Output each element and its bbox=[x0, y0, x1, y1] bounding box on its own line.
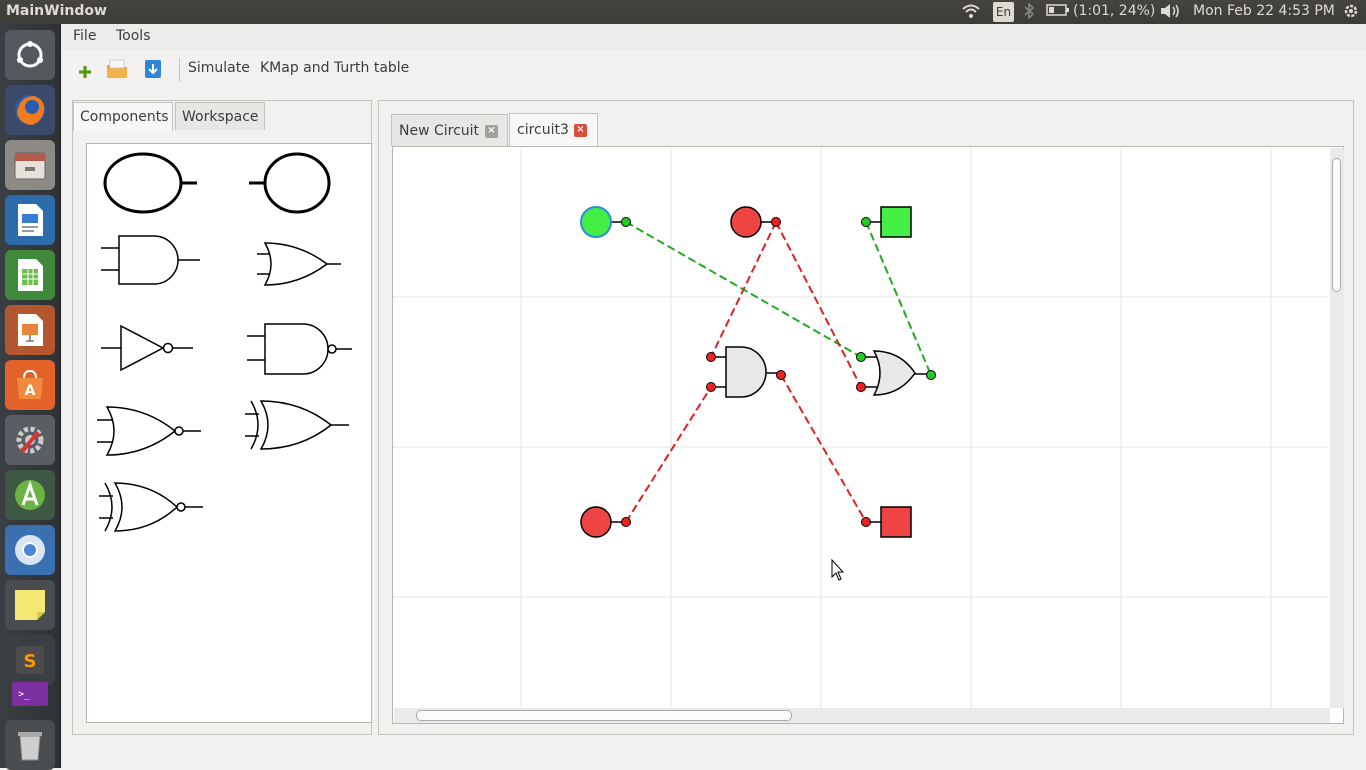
close-icon[interactable]: × bbox=[574, 124, 587, 137]
save-download-icon[interactable] bbox=[142, 58, 164, 80]
input-node-component[interactable] bbox=[101, 152, 201, 216]
vertical-scrollbar[interactable] bbox=[1330, 148, 1344, 708]
tools-menu[interactable]: Tools bbox=[116, 28, 151, 44]
toolbar: Simulate KMap and Turth table bbox=[61, 50, 1366, 90]
and-gate-component[interactable] bbox=[99, 232, 203, 288]
volume-icon[interactable] bbox=[1159, 3, 1181, 23]
nand-gate-component[interactable] bbox=[245, 322, 355, 376]
output-node-low[interactable] bbox=[861, 506, 912, 538]
vertical-scrollbar-thumb[interactable] bbox=[1332, 158, 1341, 292]
system-settings-icon[interactable] bbox=[5, 415, 55, 465]
android-studio-icon[interactable] bbox=[5, 470, 55, 520]
nor-gate-component[interactable] bbox=[95, 404, 205, 458]
xor-gate-component[interactable] bbox=[243, 398, 353, 452]
system-top-panel: MainWindow En (1:01, 24%) Mon Feb 22 4:5… bbox=[0, 0, 1366, 24]
tab-new-circuit-label: New Circuit bbox=[399, 123, 480, 139]
tab-circuit3-label: circuit3 bbox=[517, 122, 569, 138]
tab-new-circuit[interactable]: New Circuit × bbox=[391, 114, 508, 146]
new-circuit-plus-icon[interactable] bbox=[75, 58, 97, 80]
unity-launcher: A S >_ bbox=[0, 24, 61, 770]
wire-low[interactable] bbox=[780, 374, 867, 523]
mouse-cursor-icon bbox=[831, 558, 845, 581]
file-menu[interactable]: File bbox=[73, 28, 96, 44]
canvas-grid bbox=[393, 147, 1329, 707]
terminal-icon[interactable]: >_ bbox=[5, 670, 55, 720]
wire-low[interactable] bbox=[710, 221, 777, 358]
open-folder-icon[interactable] bbox=[106, 58, 128, 80]
sticky-notes-icon[interactable] bbox=[5, 580, 55, 630]
ubuntu-software-center-icon[interactable]: A bbox=[5, 360, 55, 410]
horizontal-scrollbar[interactable] bbox=[394, 708, 1330, 723]
chromium-icon[interactable] bbox=[5, 525, 55, 575]
circuit-canvas[interactable] bbox=[392, 146, 1344, 724]
tab-components[interactable]: Components bbox=[73, 102, 173, 131]
components-panel: Components Workspace bbox=[72, 100, 372, 735]
not-gate-component[interactable] bbox=[99, 322, 195, 374]
close-icon[interactable]: × bbox=[485, 125, 498, 138]
clock[interactable]: Mon Feb 22 4:53 PM bbox=[1193, 3, 1335, 19]
tab-workspace-label: Workspace bbox=[182, 109, 259, 125]
circuit-diagram[interactable] bbox=[393, 147, 1329, 707]
bluetooth-icon[interactable] bbox=[1023, 2, 1035, 23]
firefox-icon[interactable] bbox=[5, 85, 55, 135]
power-gear-icon[interactable] bbox=[1342, 2, 1360, 24]
xnor-gate-component[interactable] bbox=[97, 480, 207, 534]
input-node-low[interactable] bbox=[730, 206, 781, 238]
toolbar-separator bbox=[179, 58, 180, 82]
horizontal-scrollbar-thumb[interactable] bbox=[416, 710, 792, 721]
kmap-truth-table-button[interactable]: KMap and Turth table bbox=[260, 60, 409, 76]
battery-status[interactable]: (1:01, 24%) bbox=[1073, 3, 1155, 19]
battery-icon[interactable] bbox=[1046, 3, 1070, 21]
window-title: MainWindow bbox=[6, 3, 107, 19]
ubuntu-dash-icon[interactable] bbox=[5, 30, 55, 80]
tab-components-label: Components bbox=[80, 109, 169, 125]
libreoffice-writer-icon[interactable] bbox=[5, 195, 55, 245]
svg-text:A: A bbox=[25, 383, 36, 399]
tab-workspace[interactable]: Workspace bbox=[175, 102, 265, 130]
svg-text:>_: >_ bbox=[18, 689, 31, 700]
output-node-component[interactable] bbox=[247, 152, 347, 216]
output-node-high[interactable] bbox=[861, 206, 912, 238]
libreoffice-impress-icon[interactable] bbox=[5, 305, 55, 355]
libreoffice-calc-icon[interactable] bbox=[5, 250, 55, 300]
or-gate-component[interactable] bbox=[255, 240, 345, 290]
input-node-high[interactable] bbox=[580, 206, 631, 238]
input-node-low[interactable] bbox=[580, 506, 631, 538]
trash-icon[interactable] bbox=[5, 720, 55, 770]
svg-text:S: S bbox=[24, 651, 37, 672]
tab-circuit3[interactable]: circuit3 × bbox=[509, 113, 598, 146]
simulate-button[interactable]: Simulate bbox=[188, 60, 250, 76]
wire-low[interactable] bbox=[625, 386, 712, 523]
and-gate[interactable] bbox=[706, 346, 786, 398]
keyboard-layout-indicator[interactable]: En bbox=[993, 2, 1014, 22]
wifi-icon[interactable] bbox=[961, 3, 981, 23]
files-icon[interactable] bbox=[5, 140, 55, 190]
components-palette bbox=[86, 143, 372, 723]
menubar: File Tools bbox=[61, 24, 1366, 50]
workspace-panel: New Circuit × circuit3 × bbox=[378, 100, 1354, 735]
wire-low[interactable] bbox=[775, 221, 862, 388]
